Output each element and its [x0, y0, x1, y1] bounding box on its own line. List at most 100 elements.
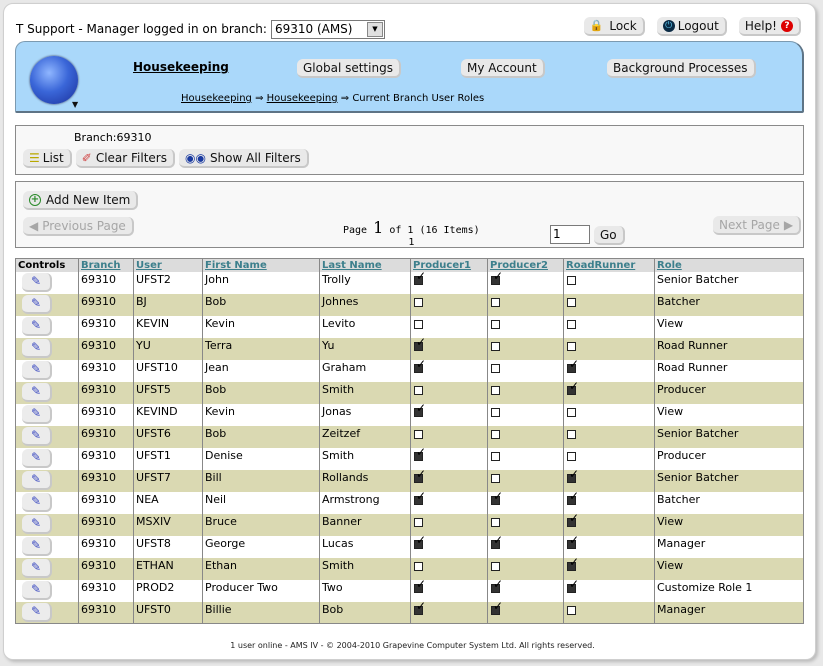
- show-all-filters-button[interactable]: ◉◉ Show All Filters: [178, 149, 309, 168]
- role-cell: Producer: [654, 381, 804, 404]
- edit-button[interactable]: ✎: [22, 602, 52, 622]
- edit-button[interactable]: ✎: [22, 426, 52, 446]
- roadrunner-cell: [563, 601, 655, 624]
- sort-link-last-name[interactable]: Last Name: [322, 260, 382, 271]
- table-row: ✎ 69310UFST2JohnTrolly Senior Batcher: [15, 269, 804, 294]
- user-cell: NEA: [133, 491, 203, 514]
- edit-button[interactable]: ✎: [22, 558, 52, 578]
- help-button[interactable]: Help! ?: [738, 17, 801, 36]
- first-name-cell: George: [202, 535, 320, 558]
- controls-cell: ✎: [15, 337, 79, 360]
- my-account-button[interactable]: My Account: [461, 59, 545, 78]
- breadcrumb-link[interactable]: Housekeeping: [267, 93, 338, 104]
- breadcrumb-link[interactable]: Housekeeping: [181, 93, 252, 104]
- unchecked-checkbox: [491, 429, 500, 439]
- first-name-cell: Jean: [202, 359, 320, 382]
- checked-checkbox: [491, 489, 503, 505]
- edit-button[interactable]: ✎: [22, 536, 52, 556]
- next-page-button[interactable]: Next Page ▶: [713, 216, 802, 235]
- page-prefix: Page: [343, 225, 368, 236]
- first-name-cell: Kevin: [202, 403, 320, 426]
- edit-button[interactable]: ✎: [22, 294, 52, 314]
- role-cell: Manager: [654, 535, 804, 558]
- last-name-cell: Yu: [319, 337, 411, 360]
- clear-filters-button[interactable]: ✐ Clear Filters: [75, 149, 175, 168]
- branch-cell: 69310: [78, 315, 134, 338]
- checked-checkbox: [414, 489, 426, 505]
- sort-link-branch[interactable]: Branch: [81, 260, 120, 271]
- edit-button[interactable]: ✎: [22, 272, 52, 292]
- previous-arrow-icon: ◀: [29, 218, 39, 233]
- last-name-cell: Banner: [319, 513, 411, 536]
- list-button[interactable]: ☰ List: [23, 149, 72, 168]
- sort-link-roadrunner[interactable]: RoadRunner: [566, 260, 635, 271]
- role-cell: Road Runner: [654, 337, 804, 360]
- sort-link-role[interactable]: Role: [657, 260, 682, 271]
- checked-checkbox: [414, 335, 426, 351]
- last-name-cell: Smith: [319, 557, 411, 580]
- edit-button[interactable]: ✎: [22, 470, 52, 490]
- table-row: ✎ 69310 KEVIN Kevin Levito View: [15, 315, 804, 338]
- column-header-last-name[interactable]: Last Name: [319, 258, 411, 272]
- page-current: 1: [373, 218, 384, 237]
- role-cell: View: [654, 513, 804, 536]
- background-processes-button[interactable]: Background Processes: [607, 59, 756, 78]
- pencil-icon: ✎: [30, 449, 42, 464]
- unchecked-checkbox: [414, 297, 423, 307]
- edit-button[interactable]: ✎: [22, 404, 52, 424]
- roadrunner-cell: [563, 315, 655, 338]
- lock-button[interactable]: 🔒 Lock: [583, 17, 645, 36]
- column-header-roadrunner[interactable]: RoadRunner: [563, 258, 655, 272]
- add-new-item-button[interactable]: + Add New Item: [23, 191, 139, 210]
- user-cell: MSXIV: [133, 513, 203, 536]
- table-row: ✎ 69310MSXIVBruceBanner View: [15, 511, 804, 536]
- controls-cell: ✎: [15, 469, 79, 492]
- role-cell: View: [654, 315, 804, 338]
- column-header-user[interactable]: User: [133, 258, 203, 272]
- edit-button[interactable]: ✎: [22, 360, 52, 380]
- branch-cell: 69310: [78, 447, 134, 470]
- roadrunner-cell: [563, 271, 655, 294]
- branch-cell: 69310: [78, 293, 134, 316]
- go-button[interactable]: Go: [594, 226, 625, 245]
- app-logo-icon[interactable]: [30, 56, 78, 104]
- producer1-cell: [410, 357, 488, 382]
- login-bar: T Support - Manager logged in on branch:…: [16, 18, 385, 40]
- logout-label: Logout: [677, 18, 719, 33]
- column-header-branch[interactable]: Branch: [78, 258, 134, 272]
- previous-page-button[interactable]: ◀ Previous Page: [23, 217, 134, 236]
- first-name-cell: Billie: [202, 601, 320, 624]
- page-number-input[interactable]: 1: [550, 225, 590, 244]
- branch-cell: 69310: [78, 579, 134, 602]
- housekeeping-link[interactable]: Housekeeping: [133, 60, 229, 74]
- column-header-first-name[interactable]: First Name: [202, 258, 320, 272]
- edit-button[interactable]: ✎: [22, 448, 52, 468]
- edit-button[interactable]: ✎: [22, 316, 52, 336]
- column-header-role[interactable]: Role: [654, 258, 804, 272]
- global-settings-button[interactable]: Global settings: [297, 59, 401, 78]
- table-row: ✎ 69310ETHANEthanSmith View: [15, 555, 804, 580]
- producer1-cell: [410, 269, 488, 294]
- edit-button[interactable]: ✎: [22, 580, 52, 600]
- logout-button[interactable]: ⏻ Logout: [656, 17, 727, 36]
- sort-link-first-name[interactable]: First Name: [205, 260, 267, 271]
- first-name-cell: John: [202, 271, 320, 294]
- edit-button[interactable]: ✎: [22, 338, 52, 358]
- sort-link-user[interactable]: User: [136, 260, 162, 271]
- table-row: ✎ 69310UFST1DeniseSmith Producer: [15, 445, 804, 470]
- user-cell: BJ: [133, 293, 203, 316]
- pencil-icon: ✎: [30, 361, 42, 376]
- pencil-icon: ✎: [30, 427, 42, 442]
- edit-button[interactable]: ✎: [22, 382, 52, 402]
- checked-checkbox: [414, 357, 426, 373]
- producer2-cell: [487, 533, 564, 558]
- edit-button[interactable]: ✎: [22, 514, 52, 534]
- last-name-cell: Trolly: [319, 271, 411, 294]
- last-name-cell: Jonas: [319, 403, 411, 426]
- last-name-cell: Lucas: [319, 535, 411, 558]
- edit-button[interactable]: ✎: [22, 492, 52, 512]
- caret-down-icon[interactable]: ▼: [72, 100, 78, 109]
- page-line2: 1: [408, 237, 415, 248]
- branch-select[interactable]: 69310 (AMS) ▼: [270, 19, 385, 39]
- user-cell: YU: [133, 337, 203, 360]
